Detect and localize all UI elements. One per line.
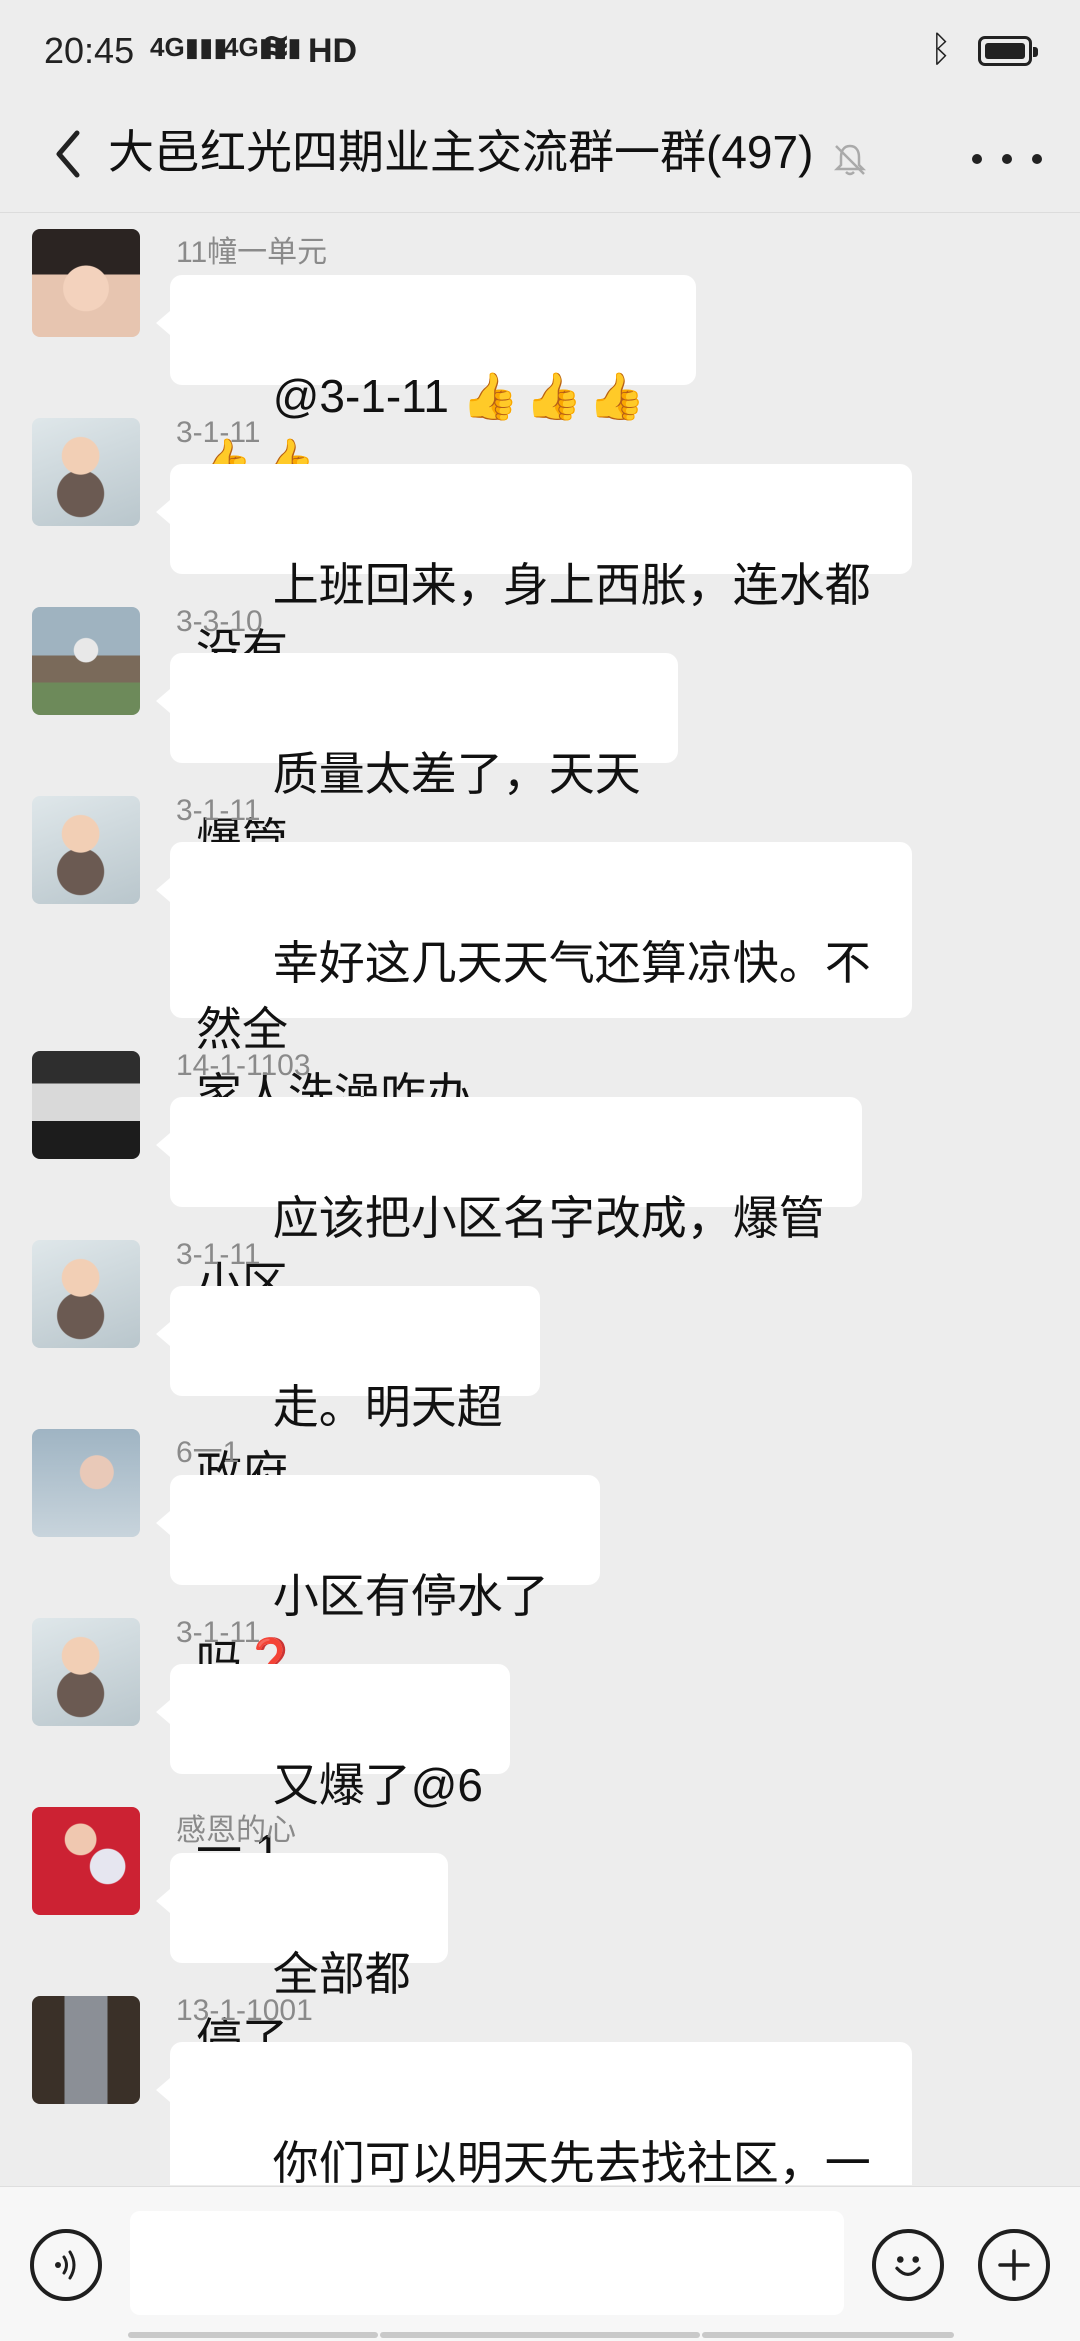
more-functions-button[interactable] <box>978 2229 1050 2301</box>
chat-header: 大邑红光四期业主交流群一群(497) <box>0 100 1080 213</box>
nav-gesture-bar <box>702 2332 954 2338</box>
avatar[interactable] <box>32 796 140 904</box>
hd-indicator: HD <box>308 32 358 70</box>
message-text: 你们可以明天先去找社区，一步一 步来 <box>272 2137 871 2185</box>
nav-gesture-bar <box>380 2332 700 2338</box>
voice-input-button[interactable] <box>30 2229 102 2301</box>
more-options-button[interactable] <box>972 134 1042 184</box>
sender-name: 3-1-11 <box>176 794 261 827</box>
message-bubble[interactable]: 全部都停了 <box>156 1853 448 2066</box>
avatar[interactable] <box>32 1429 140 1537</box>
avatar[interactable] <box>32 1618 140 1726</box>
signal-icon-1: 4G▮▮▮ <box>150 32 228 62</box>
plus-icon <box>998 2249 1030 2281</box>
sender-name: 3-1-11 <box>176 416 261 449</box>
message-text: @3-1-11 <box>272 370 462 422</box>
battery-icon <box>978 36 1038 66</box>
sender-name: 3-1-11 <box>176 1616 261 1649</box>
message-input[interactable] <box>130 2211 844 2315</box>
sender-name: 6一1 <box>176 1436 240 1469</box>
message-input-bar <box>0 2186 1080 2341</box>
message-bubble[interactable]: 你们可以明天先去找社区，一步一 步来 <box>156 2042 912 2185</box>
mute-bell-icon <box>833 144 867 176</box>
nav-gesture-bar <box>128 2332 378 2338</box>
voice-icon <box>55 2250 76 2280</box>
avatar[interactable] <box>32 1996 140 2104</box>
message-text: 幸好这几天天气还算凉快。不然全 家人洗澡咋办 <box>196 937 871 1121</box>
avatar[interactable] <box>32 607 140 715</box>
message-bubble[interactable]: 小区有停水了吗❓ <box>156 1475 600 1688</box>
chevron-left-icon <box>56 130 80 178</box>
smiley-icon <box>895 2256 921 2276</box>
back-button[interactable] <box>38 124 98 184</box>
bluetooth-icon: ᛒ <box>930 28 952 69</box>
avatar[interactable] <box>32 1807 140 1915</box>
message-bubble[interactable]: 走。明天超政府 <box>156 1286 540 1499</box>
sender-name: 3-1-11 <box>176 1238 261 1271</box>
message-bubble[interactable]: @3-1-11 👍👍👍👍👍 <box>156 275 696 488</box>
message-bubble[interactable]: 应该把小区名字改成，爆管小区 <box>156 1097 862 1310</box>
wifi-icon: ≋ <box>262 27 291 65</box>
avatar[interactable] <box>32 1240 140 1348</box>
chat-title: 大邑红光四期业主交流群一群(497) <box>108 126 814 178</box>
sender-name: 14-1-1103 <box>176 1049 311 1082</box>
avatar[interactable] <box>32 229 140 337</box>
avatar[interactable] <box>32 418 140 526</box>
message-bubble[interactable]: 质量太差了，天天爆管 <box>156 653 678 866</box>
sender-name: 13-1-1001 <box>176 1994 313 2027</box>
message-bubble[interactable]: 幸好这几天天气还算凉快。不然全 家人洗澡咋办 <box>156 842 912 1121</box>
status-time: 20:45 <box>44 30 135 71</box>
avatar[interactable] <box>32 1051 140 1159</box>
sender-name: 11幢一单元 <box>176 236 328 269</box>
status-bar: 20:45 4G▮▮▮ 4G▮▮▮ ≋ HD ᛒ <box>0 0 1080 100</box>
sender-name: 3-3-10 <box>176 605 263 638</box>
emoji-button[interactable] <box>872 2229 944 2301</box>
message-bubble[interactable]: 又爆了@6 一 1 <box>156 1664 510 1877</box>
chat-message-list[interactable]: 11幢一单元 @3-1-11 👍👍👍👍👍 3-1-11 上班回来，身上西胀，连水… <box>0 213 1080 2185</box>
message-bubble[interactable]: 上班回来，身上西胀，连水都没有， <box>156 464 912 677</box>
sender-name: 感恩的心 <box>176 1814 296 1847</box>
